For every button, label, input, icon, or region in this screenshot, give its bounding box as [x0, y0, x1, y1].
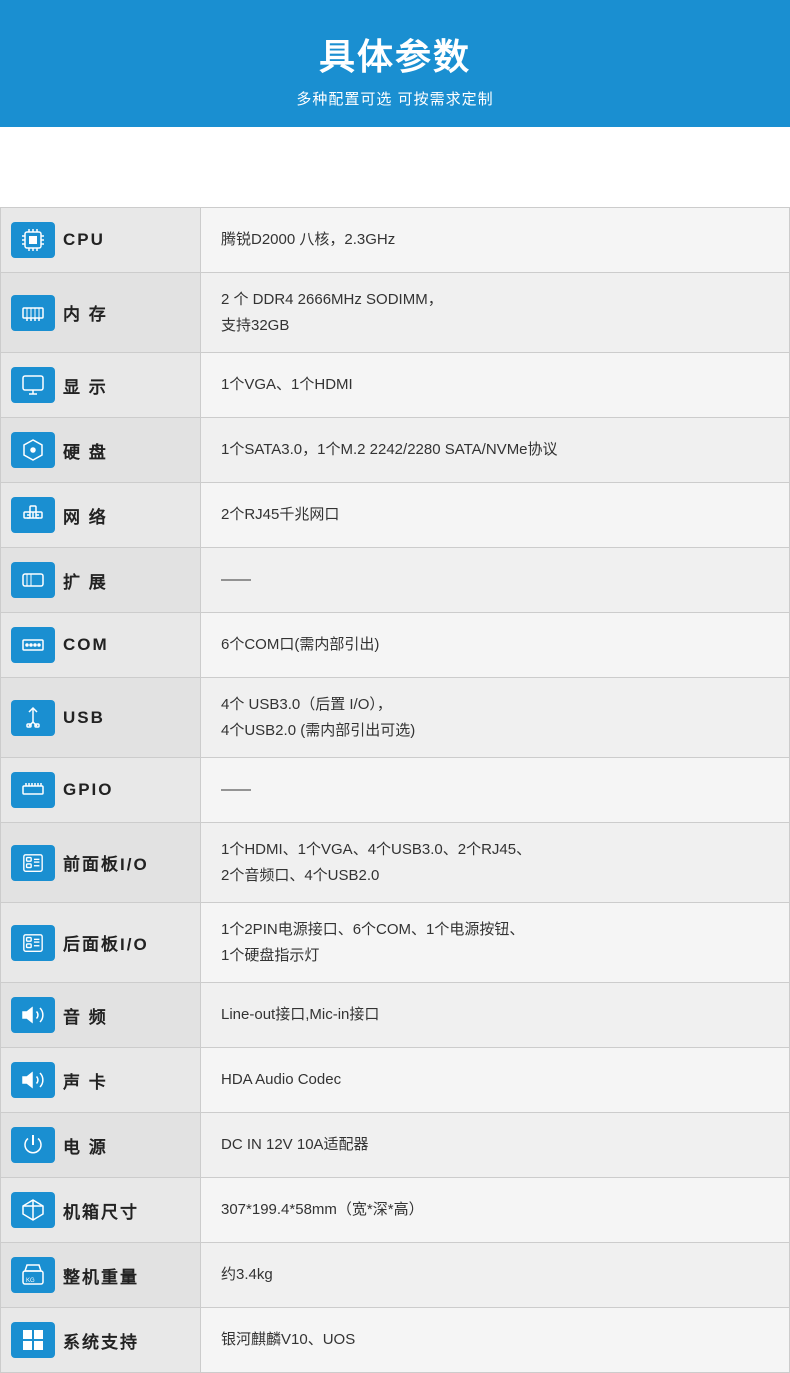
front-io-label: 前面板I/O: [63, 850, 149, 875]
value-cell-storage: 1个SATA3.0，1个M.2 2242/2280 SATA/NVMe协议: [201, 418, 790, 483]
cpu-label: CPU: [63, 230, 105, 250]
table-row: 扩 展 ——: [1, 548, 790, 613]
value-cell-front-io: 1个HDMI、1个VGA、4个USB3.0、2个RJ45、2个音频口、4个USB…: [201, 823, 790, 903]
label-cell-gpio: GPIO: [1, 758, 201, 823]
value-cell-weight: 约3.4kg: [201, 1243, 790, 1308]
front-io-icon: [11, 845, 55, 881]
value-cell-usb: 4个 USB3.0（后置 I/O），4个USB2.0 (需内部引出可选): [201, 678, 790, 758]
table-row: 显 示 1个VGA、1个HDMI: [1, 353, 790, 418]
value-cell-os: 银河麒麟V10、UOS: [201, 1308, 790, 1373]
power-label: 电 源: [63, 1133, 108, 1158]
label-cell-power: 电 源: [1, 1113, 201, 1178]
table-row: 后面板I/O 1个2PIN电源接口、6个COM、1个电源按钮、1个硬盘指示灯: [1, 903, 790, 983]
value-cell-audio: Line-out接口,Mic-in接口: [201, 983, 790, 1048]
usb-label: USB: [63, 708, 105, 728]
table-row: 内 存 2 个 DDR4 2666MHz SODIMM，支持32GB: [1, 273, 790, 353]
storage-icon: [11, 432, 55, 468]
table-row: USB 4个 USB3.0（后置 I/O），4个USB2.0 (需内部引出可选): [1, 678, 790, 758]
com-label: COM: [63, 635, 109, 655]
label-cell-memory: 内 存: [1, 273, 201, 353]
table-row: CPU 腾锐D2000 八核，2.3GHz: [1, 208, 790, 273]
table-row: 系统支持银河麒麟V10、UOS: [1, 1308, 790, 1373]
value-cell-rear-io: 1个2PIN电源接口、6个COM、1个电源按钮、1个硬盘指示灯: [201, 903, 790, 983]
weight-label: 整机重量: [63, 1263, 139, 1288]
table-row: 机箱尺寸 307*199.4*58mm（宽*深*高）: [1, 1178, 790, 1243]
os-icon: [11, 1322, 55, 1358]
header: 具体参数 多种配置可选 可按需求定制: [0, 0, 790, 207]
power-icon: [11, 1127, 55, 1163]
memory-label: 内 存: [63, 300, 108, 325]
label-cell-cpu: CPU: [1, 208, 201, 273]
table-row: 网 络 2个RJ45千兆网口: [1, 483, 790, 548]
value-cell-gpio: ——: [201, 758, 790, 823]
value-cell-power: DC IN 12V 10A适配器: [201, 1113, 790, 1178]
label-cell-soundcard: 声 卡: [1, 1048, 201, 1113]
rear-io-label: 后面板I/O: [63, 930, 149, 955]
label-cell-chassis: 机箱尺寸: [1, 1178, 201, 1243]
label-cell-os: 系统支持: [1, 1308, 201, 1373]
network-icon: [11, 497, 55, 533]
table-row: COM 6个COM口(需内部引出): [1, 613, 790, 678]
soundcard-label: 声 卡: [63, 1068, 108, 1093]
table-row: 电 源 DC IN 12V 10A适配器: [1, 1113, 790, 1178]
display-icon: [11, 367, 55, 403]
value-cell-memory: 2 个 DDR4 2666MHz SODIMM，支持32GB: [201, 273, 790, 353]
page-subtitle: 多种配置可选 可按需求定制: [20, 88, 770, 109]
table-row: 音 频 Line-out接口,Mic-in接口: [1, 983, 790, 1048]
audio-label: 音 频: [63, 1003, 108, 1028]
gpio-label: GPIO: [63, 780, 114, 800]
cpu-icon: [11, 222, 55, 258]
value-cell-chassis: 307*199.4*58mm（宽*深*高）: [201, 1178, 790, 1243]
gpio-icon: [11, 772, 55, 808]
expand-label: 扩 展: [63, 568, 108, 593]
table-row: 硬 盘 1个SATA3.0，1个M.2 2242/2280 SATA/NVMe协议: [1, 418, 790, 483]
weight-icon: KG: [11, 1257, 55, 1293]
spec-table: CPU 腾锐D2000 八核，2.3GHz 内 存 2 个 DDR4 2666MHz …: [0, 207, 790, 1373]
label-cell-weight: KG 整机重量: [1, 1243, 201, 1308]
chassis-label: 机箱尺寸: [63, 1198, 139, 1223]
label-cell-audio: 音 频: [1, 983, 201, 1048]
label-cell-front-io: 前面板I/O: [1, 823, 201, 903]
value-cell-soundcard: HDA Audio Codec: [201, 1048, 790, 1113]
soundcard-icon: [11, 1062, 55, 1098]
value-cell-com: 6个COM口(需内部引出): [201, 613, 790, 678]
audio-icon: [11, 997, 55, 1033]
rear-io-icon: [11, 925, 55, 961]
value-cell-display: 1个VGA、1个HDMI: [201, 353, 790, 418]
label-cell-expand: 扩 展: [1, 548, 201, 613]
label-cell-storage: 硬 盘: [1, 418, 201, 483]
value-cell-cpu: 腾锐D2000 八核，2.3GHz: [201, 208, 790, 273]
label-cell-usb: USB: [1, 678, 201, 758]
svg-text:KG: KG: [26, 1278, 35, 1284]
display-label: 显 示: [63, 373, 108, 398]
label-cell-rear-io: 后面板I/O: [1, 903, 201, 983]
table-row: GPIO ——: [1, 758, 790, 823]
table-row: 声 卡 HDA Audio Codec: [1, 1048, 790, 1113]
label-cell-network: 网 络: [1, 483, 201, 548]
table-row: 前面板I/O 1个HDMI、1个VGA、4个USB3.0、2个RJ45、2个音频口…: [1, 823, 790, 903]
usb-icon: [11, 700, 55, 736]
expand-icon: [11, 562, 55, 598]
network-label: 网 络: [63, 503, 108, 528]
value-cell-expand: ——: [201, 548, 790, 613]
memory-icon: [11, 295, 55, 331]
value-cell-network: 2个RJ45千兆网口: [201, 483, 790, 548]
com-icon: [11, 627, 55, 663]
table-row: KG 整机重量 约3.4kg: [1, 1243, 790, 1308]
label-cell-com: COM: [1, 613, 201, 678]
chassis-icon: [11, 1192, 55, 1228]
label-cell-display: 显 示: [1, 353, 201, 418]
page-title: 具体参数: [20, 28, 770, 80]
storage-label: 硬 盘: [63, 438, 108, 463]
